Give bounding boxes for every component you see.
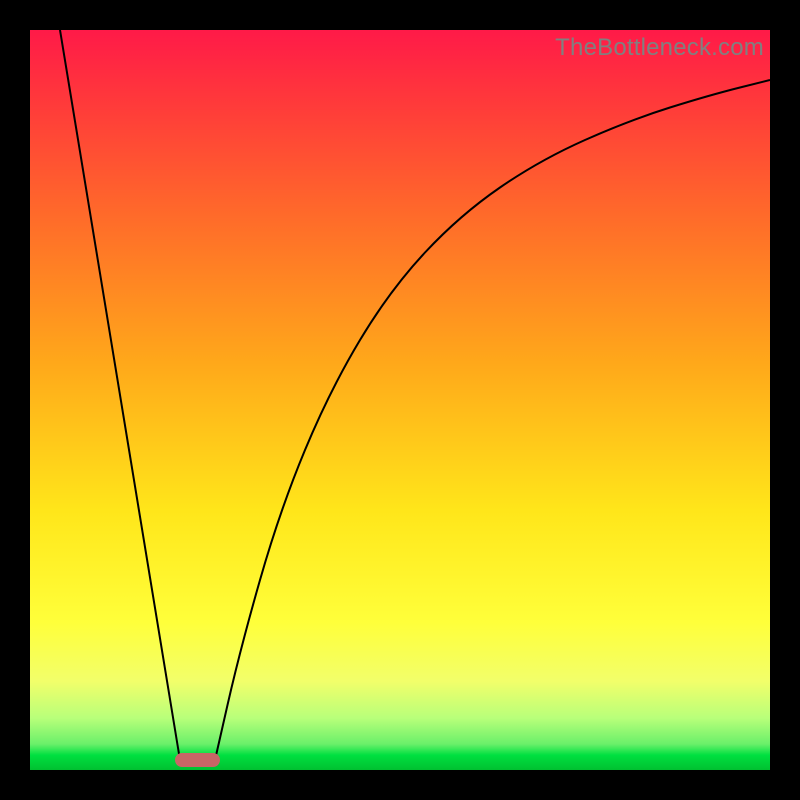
- chart-left-branch: [60, 30, 180, 760]
- chart-curve-layer: [30, 30, 770, 770]
- chart-right-branch: [215, 80, 770, 760]
- chart-outer-frame: TheBottleneck.com: [0, 0, 800, 800]
- chart-plot-area: TheBottleneck.com: [30, 30, 770, 770]
- chart-min-marker: [175, 753, 220, 767]
- watermark-text: TheBottleneck.com: [555, 34, 764, 62]
